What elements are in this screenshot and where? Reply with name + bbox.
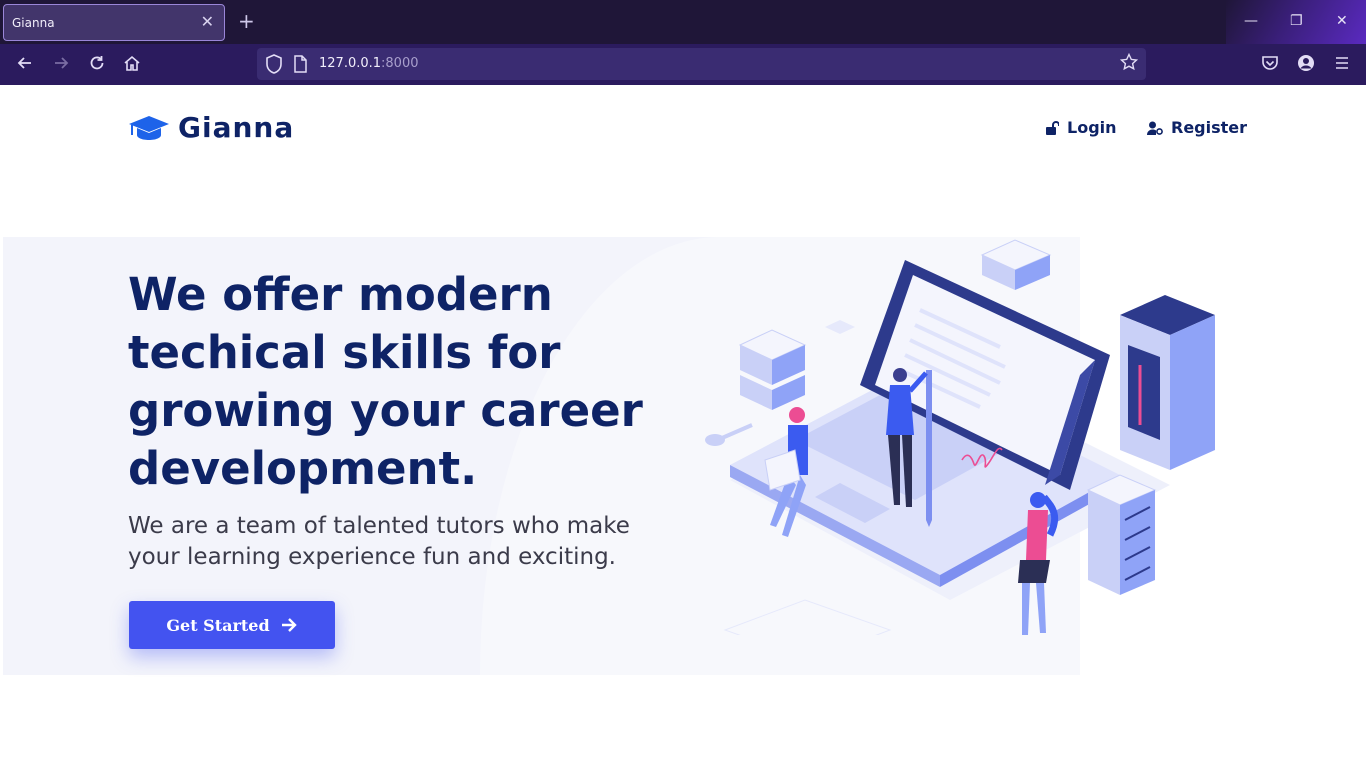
arrow-right-icon (281, 618, 297, 632)
page-info-icon[interactable] (293, 55, 307, 77)
address-bar[interactable]: 127.0.0.1:8000 (257, 48, 1146, 80)
user-cog-icon (1147, 121, 1163, 135)
floor-outline (723, 599, 892, 635)
restore-button[interactable]: ❐ (1290, 12, 1303, 30)
site-logo[interactable]: Gianna (128, 111, 294, 144)
get-started-label: Get Started (166, 615, 270, 635)
pocket-icon (1262, 56, 1278, 70)
browser-tab[interactable]: Gianna ✕ (3, 4, 225, 41)
hero-illustration (705, 239, 1215, 635)
hero-title: We offer modern techical skills for grow… (128, 268, 643, 495)
tab-close-icon[interactable]: ✕ (201, 13, 214, 31)
new-tab-button[interactable]: + (238, 10, 255, 32)
url-host: 127.0.0.1 (319, 56, 382, 71)
login-link[interactable]: Login (1045, 118, 1117, 137)
browser-nav-bar: 127.0.0.1:8000 (0, 44, 1366, 85)
login-label: Login (1067, 118, 1117, 137)
forward-button[interactable] (52, 54, 70, 77)
page-viewport: Gianna Login Register We offer modern te… (0, 85, 1366, 768)
brand-name: Gianna (178, 111, 295, 144)
url-text[interactable]: 127.0.0.1:8000 (319, 56, 419, 71)
floating-tile (825, 320, 855, 334)
home-icon (124, 55, 140, 71)
pocket-button[interactable] (1261, 54, 1279, 77)
home-button[interactable] (123, 54, 141, 77)
server-top (980, 239, 1052, 290)
close-window-button[interactable]: ✕ (1336, 12, 1348, 30)
forward-arrow-icon (55, 57, 69, 69)
server-stack-left (738, 329, 807, 410)
account-button[interactable] (1297, 54, 1315, 77)
tower-server (1120, 295, 1215, 470)
reload-button[interactable] (88, 54, 106, 77)
hamburger-icon (1336, 57, 1348, 69)
get-started-button[interactable]: Get Started (129, 601, 335, 649)
server-stack-right (1086, 474, 1157, 595)
account-icon (1298, 55, 1314, 71)
tab-title: Gianna (12, 16, 55, 30)
register-label: Register (1171, 118, 1248, 137)
back-arrow-icon (17, 57, 31, 69)
key-decoration (705, 423, 753, 446)
hero-subtitle: We are a team of talented tutors who mak… (128, 513, 630, 570)
bookmark-star-icon[interactable] (1119, 52, 1139, 76)
minimize-button[interactable]: — (1244, 12, 1258, 30)
tracking-shield-icon[interactable] (265, 54, 283, 78)
back-button[interactable] (16, 54, 34, 77)
url-port: :8000 (381, 56, 419, 71)
reload-icon (90, 56, 104, 70)
unlock-icon (1046, 120, 1059, 135)
giant-pen (926, 370, 932, 527)
register-link[interactable]: Register (1147, 118, 1247, 137)
menu-button[interactable] (1333, 54, 1351, 77)
graduation-cap-icon (129, 115, 169, 140)
browser-tab-bar: Gianna ✕ + — ❐ ✕ (0, 0, 1366, 44)
